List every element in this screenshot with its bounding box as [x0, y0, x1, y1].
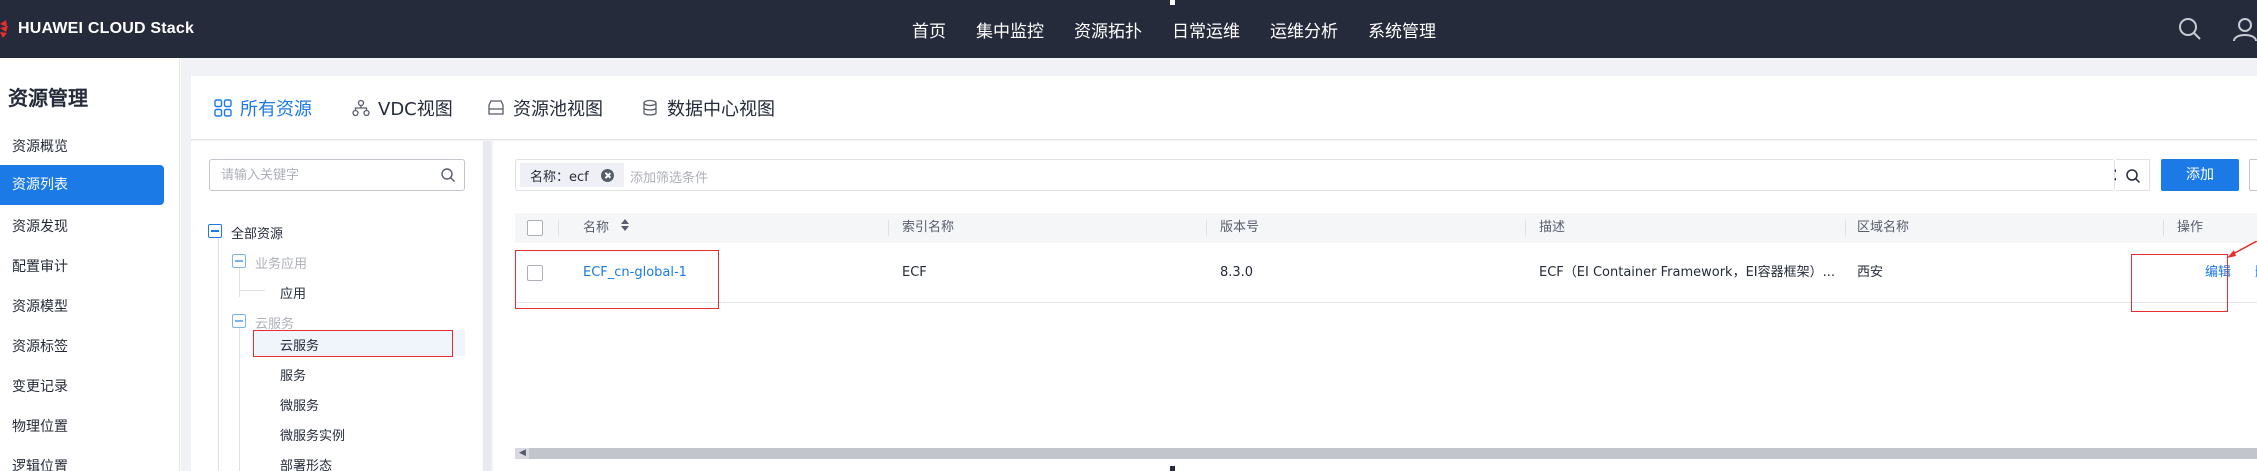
sidebar-item-config-audit[interactable]: 配置审计 — [0, 247, 164, 287]
tree-node-cut-off[interactable]: 部署形态 — [280, 455, 332, 471]
column-divider — [2163, 220, 2164, 236]
sidebar-item-model[interactable]: 资源模型 — [0, 287, 164, 327]
scroll-left-icon[interactable]: ◀ — [519, 449, 526, 458]
resource-index-name: ECF — [902, 265, 927, 280]
tab-datacenter-view[interactable]: 数据中心视图 — [641, 96, 775, 120]
tab-resource-pool-view-label: 资源池视图 — [513, 99, 603, 120]
column-header-index-name[interactable]: 索引名称 — [902, 213, 954, 243]
table-header: 名称 索引名称 版本号 描述 区域名称 操作 — [515, 213, 2257, 243]
top-nav-ops-analysis[interactable]: 运维分析 — [1270, 17, 1338, 42]
drag-handle-mark — [1170, 466, 1175, 471]
search-icon — [2125, 168, 2141, 188]
annotation-box — [2131, 254, 2228, 312]
search-icon[interactable] — [2177, 16, 2203, 42]
tree-connector — [218, 237, 219, 471]
tree-node-service[interactable]: 服务 — [280, 365, 306, 384]
sort-icon[interactable] — [621, 213, 630, 243]
tab-all-resources-label: 所有资源 — [240, 99, 312, 120]
tree-collapse-icon[interactable] — [232, 314, 246, 328]
column-divider — [1525, 220, 1526, 236]
column-divider — [558, 220, 559, 236]
add-button[interactable]: 添加 — [2161, 159, 2239, 191]
tree-node-business-app[interactable]: 业务应用 — [255, 253, 307, 272]
tree-node-all[interactable]: 全部资源 — [231, 223, 283, 242]
user-icon[interactable] — [2232, 16, 2257, 42]
resource-region: 西安 — [1857, 265, 1884, 280]
column-divider — [1845, 220, 1846, 236]
top-nav-system[interactable]: 系统管理 — [1368, 17, 1436, 42]
tab-all-resources[interactable]: 所有资源 — [214, 96, 312, 120]
database-icon — [641, 99, 659, 117]
more-button[interactable] — [2249, 159, 2257, 191]
tree-connector — [239, 290, 265, 291]
sidebar-item-tags[interactable]: 资源标签 — [0, 327, 164, 367]
sidebar-item-resource-list[interactable]: 资源列表 — [0, 165, 164, 205]
top-nav-monitoring[interactable]: 集中监控 — [976, 17, 1044, 42]
column-header-actions: 操作 — [2177, 220, 2204, 235]
annotation-box — [515, 250, 719, 309]
storage-icon — [487, 99, 505, 117]
close-icon[interactable] — [600, 168, 614, 182]
view-tabs: 所有资源 VDC视图 资源池视图 数据中心视图 — [191, 76, 2257, 140]
sidebar-item-overview[interactable]: 资源概览 — [0, 127, 164, 167]
brand-logo[interactable]: HUAWEI CLOUD Stack — [0, 18, 194, 40]
filter-placeholder: 添加筛选条件 — [630, 171, 709, 186]
column-divider — [888, 220, 889, 236]
sidebar: 资源管理 资源概览 资源列表 资源发现 配置审计 资源模型 资源标签 变更记录 … — [0, 58, 180, 471]
tree-search-input[interactable] — [210, 160, 430, 190]
column-header-description[interactable]: 描述 — [1539, 213, 1565, 243]
resource-table-panel: 名称：ecf 添加筛选条件 添加 名称 索引名称 版本号 描述 区域名称 操作 … — [493, 141, 2257, 471]
brand-name: HUAWEI CLOUD Stack — [18, 20, 195, 37]
tree-search-box — [209, 159, 465, 191]
tree-connector — [239, 267, 240, 297]
tree-node-app[interactable]: 应用 — [280, 283, 306, 302]
sidebar-title: 资源管理 — [8, 86, 88, 110]
tree-node-micro-service-instance[interactable]: 微服务实例 — [280, 425, 345, 444]
column-header-version[interactable]: 版本号 — [1220, 213, 1259, 243]
tree-node-micro-service[interactable]: 微服务 — [280, 395, 319, 414]
resource-description: ECF（EI Container Framework，EI容器框架）... — [1539, 265, 1836, 280]
resource-tree-panel: 全部资源 业务应用 应用 云服务 云服务 服务 微服务 微服务实例 部署形态 — [191, 141, 491, 471]
drag-handle-mark — [1170, 0, 1175, 5]
huawei-logo-icon — [0, 18, 10, 40]
search-icon[interactable] — [440, 167, 456, 187]
tab-vdc-view[interactable]: VDC视图 — [352, 96, 453, 120]
sidebar-item-discovery[interactable]: 资源发现 — [0, 207, 164, 247]
filter-bar[interactable]: 名称：ecf 添加筛选条件 — [515, 159, 2126, 191]
sidebar-item-logical-location[interactable]: 逻辑位置 — [0, 447, 164, 471]
tree-collapse-icon[interactable] — [232, 254, 246, 268]
sidebar-item-physical-location[interactable]: 物理位置 — [0, 407, 164, 447]
tab-vdc-view-label: VDC视图 — [378, 99, 453, 120]
annotation-box — [253, 330, 453, 357]
column-header-region[interactable]: 区域名称 — [1857, 213, 1909, 243]
column-header-name-label: 名称 — [583, 220, 610, 236]
column-header-name[interactable]: 名称 — [583, 213, 630, 243]
top-nav-daily-ops[interactable]: 日常运维 — [1172, 17, 1240, 42]
scroll-thumb[interactable] — [529, 448, 2257, 459]
select-all-checkbox[interactable] — [527, 220, 543, 236]
top-nav-topology[interactable]: 资源拓扑 — [1074, 17, 1142, 42]
top-nav-home[interactable]: 首页 — [912, 17, 946, 42]
top-nav: 首页 集中监控 资源拓扑 日常运维 运维分析 系统管理 — [912, 0, 1466, 58]
table-horizontal-scrollbar[interactable]: ◀ — [515, 448, 2257, 459]
org-tree-icon — [352, 99, 370, 117]
table-row: ECF_cn-global-1 ECF 8.3.0 ECF（EI Contain… — [515, 243, 2257, 303]
resource-version: 8.3.0 — [1220, 265, 1254, 280]
tab-resource-pool-view[interactable]: 资源池视图 — [487, 96, 603, 120]
annotation-arrow-icon — [2225, 240, 2257, 267]
tree-collapse-icon[interactable] — [208, 224, 222, 238]
tab-datacenter-view-label: 数据中心视图 — [667, 99, 775, 120]
column-divider — [1206, 220, 1207, 236]
tree-scrollbar[interactable] — [483, 141, 491, 471]
filter-chip[interactable]: 名称：ecf — [520, 163, 624, 187]
top-bar: HUAWEI CLOUD Stack 首页 集中监控 资源拓扑 日常运维 运维分… — [0, 0, 2257, 58]
sidebar-item-change-log[interactable]: 变更记录 — [0, 367, 164, 407]
grid-icon — [214, 99, 232, 117]
filter-chip-label: 名称：ecf — [530, 169, 589, 185]
tree-connector — [239, 327, 240, 471]
filter-search-button[interactable] — [2116, 159, 2150, 191]
